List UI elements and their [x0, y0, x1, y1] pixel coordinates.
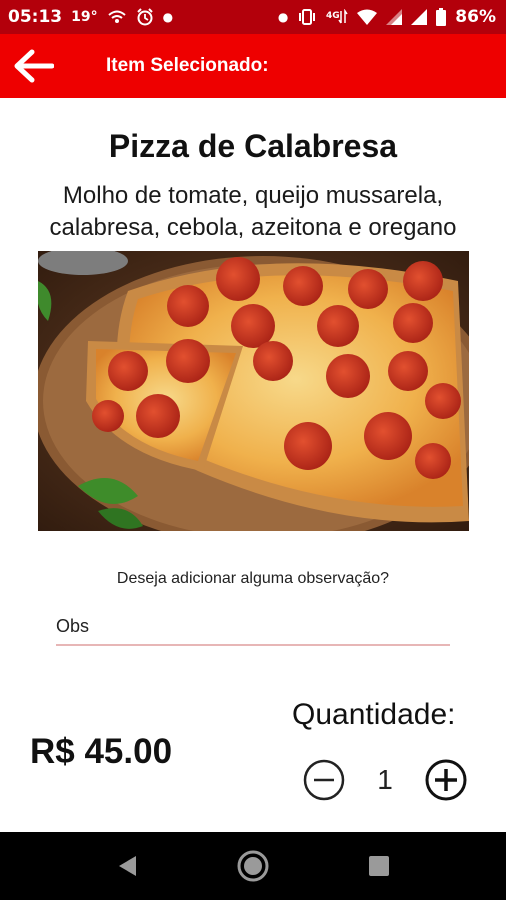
- wifi-calling-icon: [107, 9, 127, 25]
- status-right: ● 4G 86%: [278, 7, 496, 27]
- nav-recents-button[interactable]: [359, 846, 399, 886]
- app-bar-title: Item Selecionado:: [106, 55, 269, 76]
- svg-text:4G: 4G: [326, 11, 340, 21]
- notification-dot-icon: ●: [162, 10, 174, 24]
- app-bar: Item Selecionado:: [0, 34, 506, 98]
- observation-input[interactable]: [56, 612, 450, 646]
- wifi-icon: [357, 9, 378, 25]
- minus-circle-icon: [303, 759, 345, 801]
- recents-square-icon: [369, 856, 389, 876]
- status-temperature: 19°: [71, 9, 98, 25]
- system-nav-bar: [0, 832, 506, 900]
- back-button[interactable]: [0, 34, 66, 98]
- status-left: 05:13 19° ●: [8, 7, 173, 27]
- quantity-value: 1: [377, 764, 393, 795]
- alarm-icon: [136, 8, 154, 26]
- item-price: R$ 45.00: [30, 732, 173, 771]
- plus-circle-icon: [425, 759, 467, 801]
- signal-icon: [411, 9, 428, 25]
- quantity-label: Quantidade:: [292, 698, 456, 731]
- 4g-icon: 4G: [326, 9, 348, 25]
- item-title: Pizza de Calabresa: [108, 128, 398, 164]
- vibrate-icon: [297, 9, 317, 25]
- signal-icon: [386, 9, 403, 25]
- status-time: 05:13: [8, 7, 63, 27]
- increment-button[interactable]: [424, 758, 468, 802]
- quantity-stepper: 1: [302, 758, 468, 802]
- nav-back-button[interactable]: [107, 846, 147, 886]
- observation-question: Deseja adicionar alguma observação?: [116, 570, 390, 587]
- back-triangle-icon: [119, 856, 136, 876]
- battery-percent: 86%: [455, 7, 496, 27]
- notification-dot-icon: ●: [277, 10, 289, 24]
- arrow-left-icon: [14, 49, 54, 83]
- item-description: Molho de tomate, queijo mussarela, calab…: [49, 182, 457, 241]
- battery-icon: [436, 8, 447, 26]
- home-circle-icon: [237, 850, 269, 882]
- status-bar: 05:13 19° ● ● 4G 86%: [0, 0, 506, 34]
- pizza-photo: [38, 251, 469, 531]
- nav-home-button[interactable]: [233, 846, 273, 886]
- decrement-button[interactable]: [302, 758, 346, 802]
